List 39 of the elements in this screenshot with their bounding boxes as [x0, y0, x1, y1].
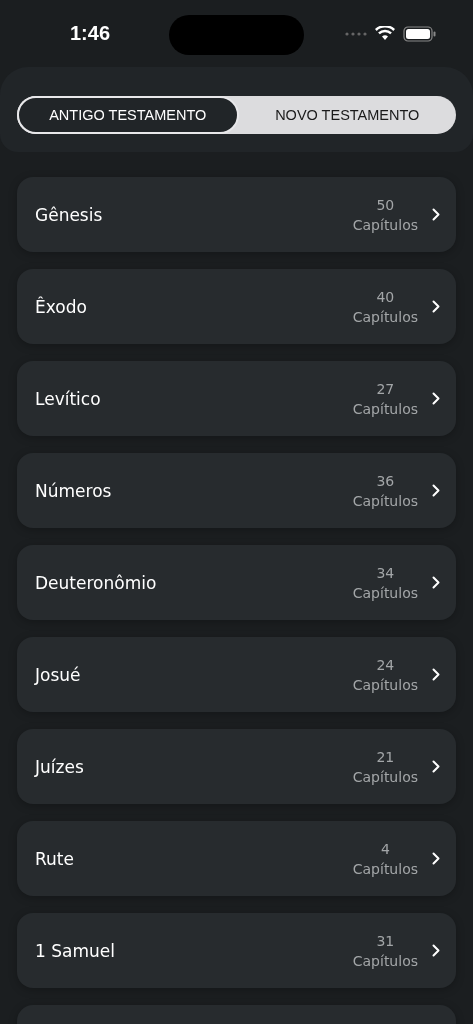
book-card[interactable]: Deuteronômio 34 Capítulos	[17, 545, 456, 620]
chapter-count: 24	[376, 655, 395, 675]
chapter-count: 36	[376, 471, 395, 491]
chapter-count: 50	[376, 195, 395, 215]
book-name: Josué	[35, 664, 81, 685]
book-name: Números	[35, 480, 112, 501]
book-card[interactable]: Gênesis 50 Capítulos	[17, 177, 456, 252]
book-card[interactable]: Josué 24 Capítulos	[17, 637, 456, 712]
book-card[interactable]: Êxodo 40 Capítulos	[17, 269, 456, 344]
book-name: Rute	[35, 848, 74, 869]
chapter-count: 4	[380, 839, 390, 859]
testament-tab[interactable]: NOVO TESTAMENTO	[238, 96, 456, 134]
testament-tab[interactable]: ANTIGO TESTAMENTO	[17, 96, 239, 134]
book-card[interactable]: 1 Samuel 31 Capítulos	[17, 913, 456, 988]
chapter-unit: Capítulos	[352, 583, 418, 603]
chapter-count: 34	[376, 563, 395, 583]
chapter-count: 31	[376, 931, 395, 951]
chapter-unit: Capítulos	[352, 307, 418, 327]
book-name: Êxodo	[35, 296, 87, 317]
status-time: 1:46	[70, 22, 111, 45]
chapter-unit: Capítulos	[352, 767, 418, 787]
book-name: 1 Samuel	[35, 940, 115, 961]
chapter-count: 40	[376, 287, 395, 307]
chapter-unit: Capítulos	[352, 951, 418, 971]
book-name: Gênesis	[35, 204, 103, 225]
book-card[interactable]: Levítico 27 Capítulos	[17, 361, 456, 436]
book-card[interactable]: Rute 4 Capítulos	[17, 821, 456, 896]
chapter-unit: Capítulos	[352, 215, 418, 235]
chapter-unit: Capítulos	[352, 859, 418, 879]
book-card[interactable]: Números 36 Capítulos	[17, 453, 456, 528]
book-card[interactable]: Juízes 21 Capítulos	[17, 729, 456, 804]
chapter-unit: Capítulos	[352, 491, 418, 511]
chapter-unit: Capítulos	[352, 675, 418, 695]
book-name: Juízes	[35, 756, 84, 777]
chapter-unit: Capítulos	[352, 399, 418, 419]
book-name: Deuteronômio	[35, 572, 157, 593]
book-name: Levítico	[35, 388, 101, 409]
chapter-count: 27	[376, 379, 395, 399]
chapter-count: 21	[376, 747, 395, 767]
